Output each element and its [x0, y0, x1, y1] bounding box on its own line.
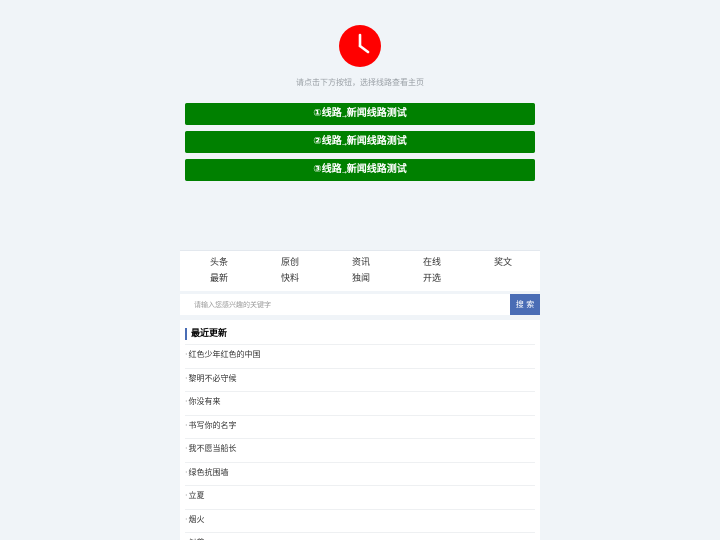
route-name: 新闻线路测试	[346, 108, 407, 119]
nav-row-1: 头条 原创 资讯 在线 奖文	[180, 256, 540, 270]
clock-svg	[339, 25, 381, 67]
list-item[interactable]: ·绿色抗围墙	[185, 461, 535, 486]
nav-link-pick[interactable]: 开选	[423, 272, 463, 286]
clock-icon	[339, 25, 381, 67]
route-number: ③	[313, 164, 322, 175]
list-item[interactable]: ·我不愿当船长	[185, 438, 535, 462]
list-item-title: 书写你的名字	[188, 420, 237, 430]
nav-row-2: 最新 快料 独闻 开选	[180, 272, 540, 286]
list-item-title: 烟火	[188, 514, 205, 524]
list-item-title: 立夏	[188, 491, 205, 500]
list-item[interactable]: ·立夏	[185, 485, 535, 509]
list-item[interactable]: ·黎明不必守候	[185, 367, 535, 392]
route-number: ②	[313, 136, 322, 147]
search-input[interactable]	[180, 294, 510, 315]
bullet-icon: ·	[185, 420, 188, 430]
bullet-icon: ·	[185, 491, 188, 500]
bullet-icon: ·	[185, 397, 188, 406]
route-name: 新闻线路测试	[346, 136, 407, 147]
route-button-2[interactable]: ②线路→新闻线路测试	[185, 131, 535, 153]
bullet-icon: ·	[185, 350, 188, 359]
list-item-title: 绿色抗围墙	[188, 467, 229, 477]
route-number: ①	[313, 108, 322, 119]
list-item[interactable]: ·烟火	[185, 508, 535, 533]
nav-link-headlines[interactable]: 头条	[210, 256, 250, 270]
list-item[interactable]: ·红色少年红色的中国	[185, 344, 535, 368]
category-nav: 头条 原创 资讯 在线 奖文 最新 快料 独闻 开选	[180, 250, 540, 291]
route-label: 线路	[321, 164, 342, 175]
route-button-3[interactable]: ③线路→新闻线路测试	[185, 159, 535, 181]
bullet-icon: ·	[185, 514, 188, 524]
list-item-title: 黎明不必守候	[188, 373, 237, 383]
hint-text: 请点击下方按钮，选择线路查看主页	[296, 78, 424, 87]
list-item[interactable]: ·似曾	[185, 532, 535, 540]
search-button[interactable]: 搜 索	[510, 294, 540, 315]
list-item-title: 红色少年红色的中国	[188, 350, 261, 359]
nav-link-latest[interactable]: 最新	[210, 272, 250, 286]
recent-updates-panel: 最近更新 ·红色少年红色的中国 ·黎明不必守候 ·你没有来 ·书写你的名字 ·我…	[180, 320, 540, 540]
route-label: 线路	[321, 136, 342, 147]
bullet-icon: ·	[185, 444, 188, 453]
search-bar: 搜 索	[180, 294, 540, 315]
nav-link-exclusive[interactable]: 独闻	[352, 272, 392, 286]
page: 请点击下方按钮，选择线路查看主页 ①线路→新闻线路测试 ②线路→新闻线路测试 ③…	[0, 0, 720, 540]
list-item-title: 我不愿当船长	[188, 444, 237, 453]
route-button-1[interactable]: ①线路→新闻线路测试	[185, 103, 535, 125]
list-item[interactable]: ·书写你的名字	[185, 414, 535, 439]
route-label: 线路	[321, 108, 342, 119]
bullet-icon: ·	[185, 373, 188, 383]
nav-link-original[interactable]: 原创	[281, 256, 321, 270]
nav-link-prize[interactable]: 奖文	[494, 256, 534, 270]
update-list: ·红色少年红色的中国 ·黎明不必守候 ·你没有来 ·书写你的名字 ·我不愿当船长…	[185, 344, 535, 540]
nav-link-quick[interactable]: 快料	[281, 272, 321, 286]
nav-link-news[interactable]: 资讯	[352, 256, 392, 270]
list-item[interactable]: ·你没有来	[185, 391, 535, 415]
route-name: 新闻线路测试	[346, 164, 407, 175]
nav-link-online[interactable]: 在线	[423, 256, 463, 270]
recent-updates-title: 最近更新	[185, 328, 227, 340]
bullet-icon: ·	[185, 467, 188, 477]
list-item-title: 你没有来	[188, 397, 221, 406]
